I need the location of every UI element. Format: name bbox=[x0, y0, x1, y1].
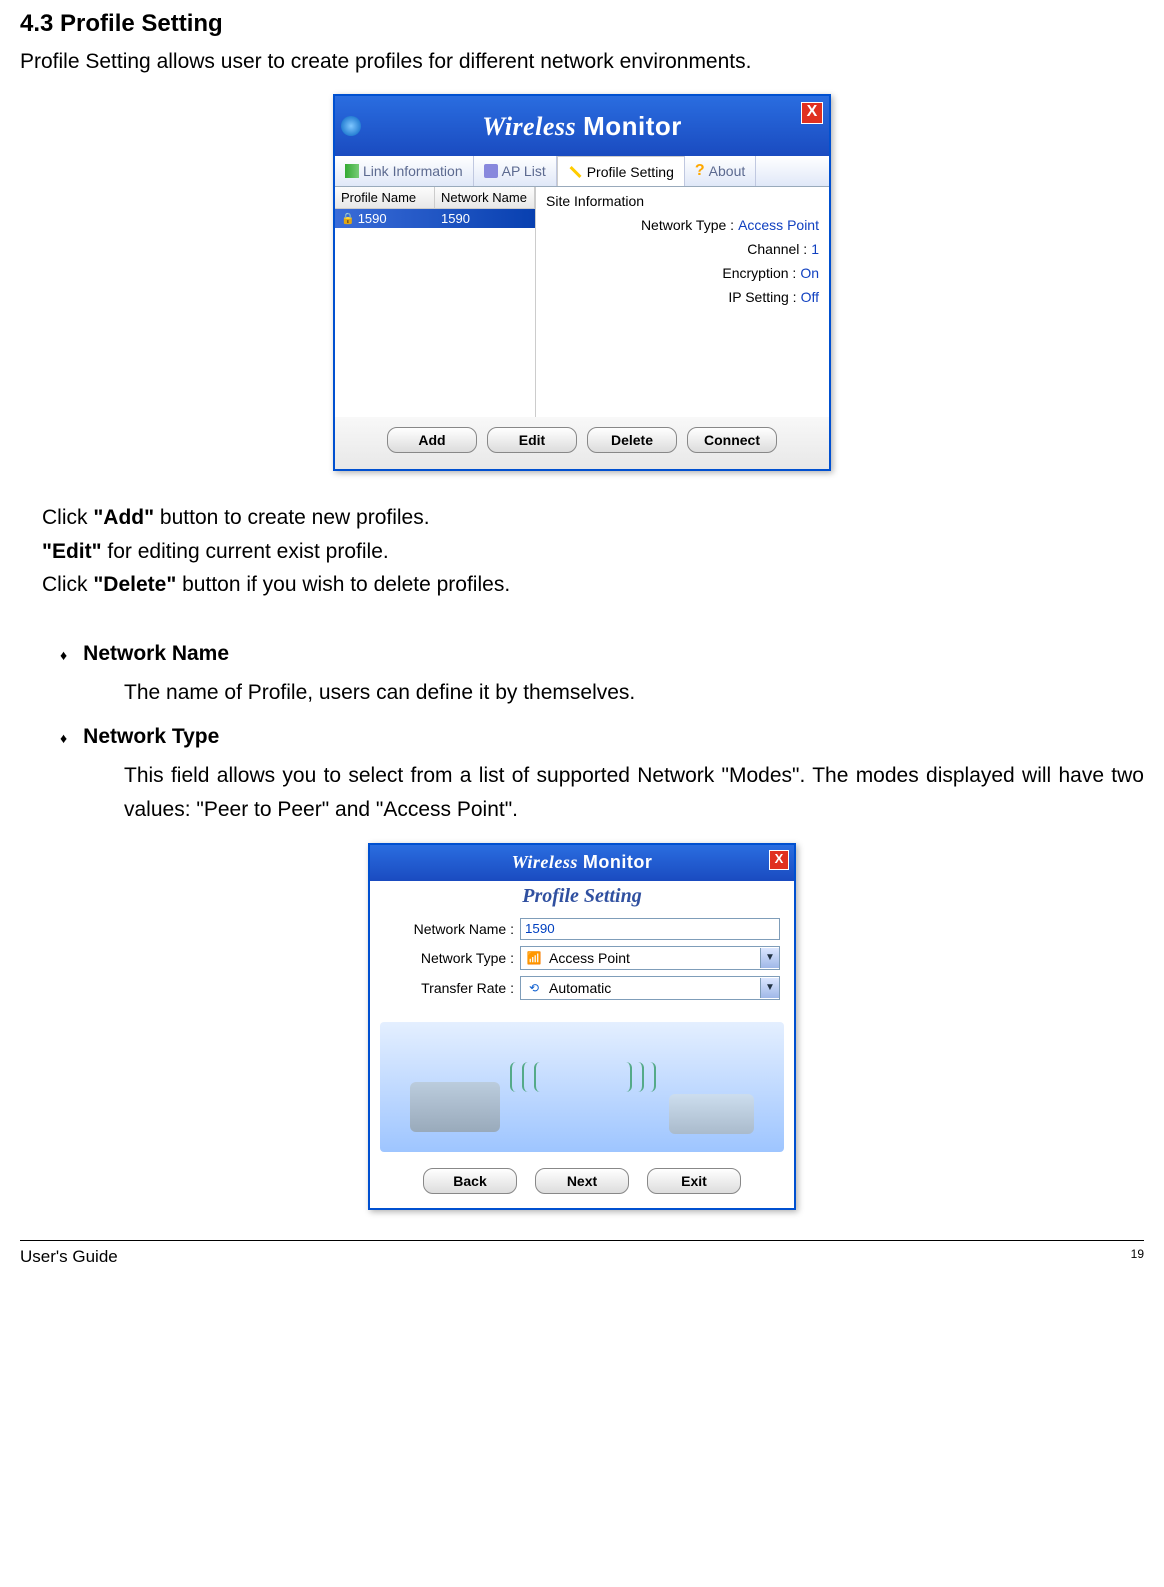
info-ip-setting: IP Setting : Off bbox=[546, 289, 819, 305]
titlebar-monitor: Monitor bbox=[583, 111, 682, 141]
info-network-type: Network Type :Access Point bbox=[546, 217, 819, 233]
column-headers: Profile Name Network Name bbox=[335, 187, 535, 209]
tab-label: Link Information bbox=[363, 163, 463, 179]
note-add: Click "Add" button to create new profile… bbox=[42, 501, 1144, 535]
label: IP Setting : bbox=[728, 289, 796, 305]
titlebar: Wireless Monitor X bbox=[370, 845, 794, 881]
col-network-name: Network Name bbox=[435, 187, 535, 208]
info-channel: Channel :1 bbox=[546, 241, 819, 257]
combo-value: Access Point bbox=[547, 950, 760, 966]
footer-title: User's Guide bbox=[20, 1247, 118, 1267]
note-delete: Click "Delete" button if you wish to del… bbox=[42, 568, 1144, 602]
label: Channel : bbox=[747, 241, 807, 257]
page-footer: User's Guide 19 bbox=[20, 1240, 1144, 1267]
close-icon[interactable]: X bbox=[769, 850, 789, 870]
monitor-icon bbox=[484, 164, 498, 178]
value: Access Point bbox=[738, 217, 819, 233]
note-edit: "Edit" for editing current exist profile… bbox=[42, 535, 1144, 569]
edit-button[interactable]: Edit bbox=[487, 427, 577, 453]
question-icon: ? bbox=[695, 162, 705, 180]
value: Off bbox=[801, 289, 819, 305]
label-network-type: Network Type : bbox=[384, 950, 520, 966]
site-information-panel: Site Information Network Type :Access Po… bbox=[536, 187, 829, 417]
tab-link-information[interactable]: Link Information bbox=[335, 156, 474, 186]
profile-list-panel: Profile Name Network Name 🔒1590 1590 bbox=[335, 187, 536, 417]
tab-label: Profile Setting bbox=[587, 164, 674, 180]
device-right-icon bbox=[669, 1094, 754, 1134]
tab-label: About bbox=[709, 163, 746, 179]
row-transfer-rate: Transfer Rate : ⟲ Automatic ▼ bbox=[384, 976, 780, 1000]
wireless-monitor-window: Wireless Monitor X Link Information AP L… bbox=[333, 94, 831, 471]
site-info-title: Site Information bbox=[546, 193, 819, 209]
bullet-title: Network Name bbox=[83, 642, 229, 666]
button-bar: Add Edit Delete Connect bbox=[335, 417, 829, 469]
bullet-network-type: ♦ Network Type bbox=[60, 725, 1144, 749]
section-title: 4.3 Profile Setting bbox=[20, 10, 1144, 38]
network-name-input[interactable] bbox=[520, 918, 780, 940]
titlebar-wireless: Wireless bbox=[482, 112, 583, 141]
titlebar-wireless: Wireless bbox=[512, 852, 583, 872]
titlebar: Wireless Monitor X bbox=[335, 96, 829, 156]
network-type-combo[interactable]: 📶 Access Point ▼ bbox=[520, 946, 780, 970]
connect-button[interactable]: Connect bbox=[687, 427, 777, 453]
diamond-icon: ♦ bbox=[60, 647, 67, 663]
intro-text: Profile Setting allows user to create pr… bbox=[20, 50, 1144, 74]
chevron-down-icon[interactable]: ▼ bbox=[760, 948, 779, 968]
body-area: Profile Name Network Name 🔒1590 1590 Sit… bbox=[335, 187, 829, 417]
diamond-icon: ♦ bbox=[60, 730, 67, 746]
close-icon[interactable]: X bbox=[801, 102, 823, 124]
app-icon bbox=[341, 116, 361, 136]
combo-value: Automatic bbox=[547, 980, 760, 996]
signal-icon bbox=[510, 1062, 660, 1092]
tab-label: AP List bbox=[502, 163, 546, 179]
row-network-name: Network Name : bbox=[384, 918, 780, 940]
tab-profile-setting[interactable]: Profile Setting bbox=[557, 156, 685, 186]
bullet-title: Network Type bbox=[83, 725, 219, 749]
label: Encryption : bbox=[722, 265, 796, 281]
access-point-icon: 📶 bbox=[525, 949, 543, 967]
dialog-subtitle: Profile Setting bbox=[370, 881, 794, 912]
form-area: Network Name : Network Type : 📶 Access P… bbox=[370, 912, 794, 1016]
back-button[interactable]: Back bbox=[423, 1168, 517, 1194]
button-bar: Back Next Exit bbox=[370, 1158, 794, 1208]
bullet-network-name-desc: The name of Profile, users can define it… bbox=[124, 676, 1144, 710]
transfer-rate-combo[interactable]: ⟲ Automatic ▼ bbox=[520, 976, 780, 1000]
bullet-network-name: ♦ Network Name bbox=[60, 642, 1144, 666]
cell-network-name: 1590 bbox=[435, 209, 535, 228]
cell-profile-name: 🔒1590 bbox=[335, 209, 435, 228]
label: Network Type : bbox=[641, 217, 734, 233]
titlebar-monitor: Monitor bbox=[583, 852, 652, 872]
device-left-icon bbox=[410, 1082, 500, 1132]
page-number: 19 bbox=[1131, 1247, 1144, 1267]
chevron-down-icon[interactable]: ▼ bbox=[760, 978, 779, 998]
exit-button[interactable]: Exit bbox=[647, 1168, 741, 1194]
info-encryption: Encryption :On bbox=[546, 265, 819, 281]
profile-setting-dialog: Wireless Monitor X Profile Setting Netwo… bbox=[368, 843, 796, 1210]
profile-name-value: 1590 bbox=[358, 211, 387, 226]
tab-about[interactable]: ?About bbox=[685, 156, 756, 186]
illustration bbox=[380, 1022, 784, 1152]
add-button[interactable]: Add bbox=[387, 427, 477, 453]
value: 1 bbox=[811, 241, 819, 257]
value: On bbox=[800, 265, 819, 281]
tab-ap-list[interactable]: AP List bbox=[474, 156, 557, 186]
pencil-icon bbox=[569, 165, 581, 177]
automatic-icon: ⟲ bbox=[525, 979, 543, 997]
profile-row[interactable]: 🔒1590 1590 bbox=[335, 209, 535, 228]
next-button[interactable]: Next bbox=[535, 1168, 629, 1194]
chart-icon bbox=[345, 164, 359, 178]
bullet-network-type-desc: This field allows you to select from a l… bbox=[124, 759, 1144, 826]
titlebar-text: Wireless Monitor bbox=[482, 111, 682, 142]
lock-icon: 🔒 bbox=[341, 212, 355, 225]
notes-block: Click "Add" button to create new profile… bbox=[42, 501, 1144, 602]
delete-button[interactable]: Delete bbox=[587, 427, 677, 453]
label-transfer-rate: Transfer Rate : bbox=[384, 980, 520, 996]
titlebar-text: Wireless Monitor bbox=[512, 852, 653, 873]
label-network-name: Network Name : bbox=[384, 921, 520, 937]
row-network-type: Network Type : 📶 Access Point ▼ bbox=[384, 946, 780, 970]
col-profile-name: Profile Name bbox=[335, 187, 435, 208]
tab-bar: Link Information AP List Profile Setting… bbox=[335, 156, 829, 187]
